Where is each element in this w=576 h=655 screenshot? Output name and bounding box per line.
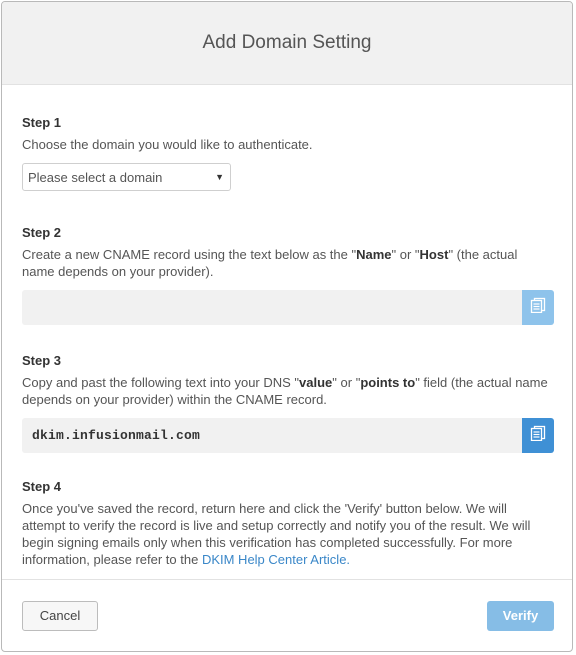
cancel-button[interactable]: Cancel (22, 600, 98, 631)
modal-body: Step 1 Choose the domain you would like … (2, 85, 572, 568)
step-3-description: Copy and past the following text into yo… (22, 374, 552, 408)
copy-icon (530, 297, 546, 318)
cname-value-text[interactable]: dkim.infusionmail.com (22, 418, 522, 453)
modal-header: Add Domain Setting (2, 2, 572, 85)
step-4: Step 4 Once you've saved the record, ret… (22, 479, 552, 568)
step-2-desc-name: Name (356, 247, 392, 262)
step-1-description: Choose the domain you would like to auth… (22, 137, 313, 152)
cname-name-value[interactable] (22, 290, 522, 325)
step-3: Step 3 Copy and past the following text … (22, 353, 554, 453)
copy-value-button[interactable] (522, 418, 554, 453)
step-1: Step 1 Choose the domain you would like … (22, 115, 552, 191)
chevron-down-icon: ▼ (215, 172, 224, 182)
copy-icon (530, 425, 546, 446)
modal-title: Add Domain Setting (202, 32, 372, 53)
step-2: Step 2 Create a new CNAME record using t… (22, 225, 554, 325)
cname-name-field (22, 290, 554, 325)
step-2-desc-part: Create a new CNAME record using the text… (22, 247, 357, 262)
step-3-desc-points-to: points to (360, 375, 416, 390)
step-2-title: Step 2 (22, 225, 62, 240)
step-2-description: Create a new CNAME record using the text… (22, 246, 552, 280)
cname-value-field: dkim.infusionmail.com (22, 418, 554, 453)
domain-select-value: Please select a domain (28, 169, 163, 185)
step-4-description: Once you've saved the record, return her… (22, 500, 552, 568)
step-3-desc-value: value (299, 375, 333, 390)
dkim-help-center-link[interactable]: DKIM Help Center Article. (202, 552, 350, 567)
modal-footer: Cancel Verify (2, 579, 572, 651)
verify-button[interactable]: Verify (487, 600, 554, 631)
add-domain-modal: Add Domain Setting Step 1 Choose the dom… (1, 1, 573, 652)
step-3-title: Step 3 (22, 353, 62, 368)
step-2-desc-host: Host (419, 247, 449, 262)
step-2-desc-part: " or " (391, 247, 420, 262)
copy-name-button[interactable] (522, 290, 554, 325)
step-3-desc-part: Copy and past the following text into yo… (22, 375, 300, 390)
step-3-desc-part: " or " (332, 375, 361, 390)
step-4-title: Step 4 (22, 479, 62, 494)
domain-select[interactable]: Please select a domain ▼ (22, 163, 231, 191)
step-1-title: Step 1 (22, 115, 62, 130)
